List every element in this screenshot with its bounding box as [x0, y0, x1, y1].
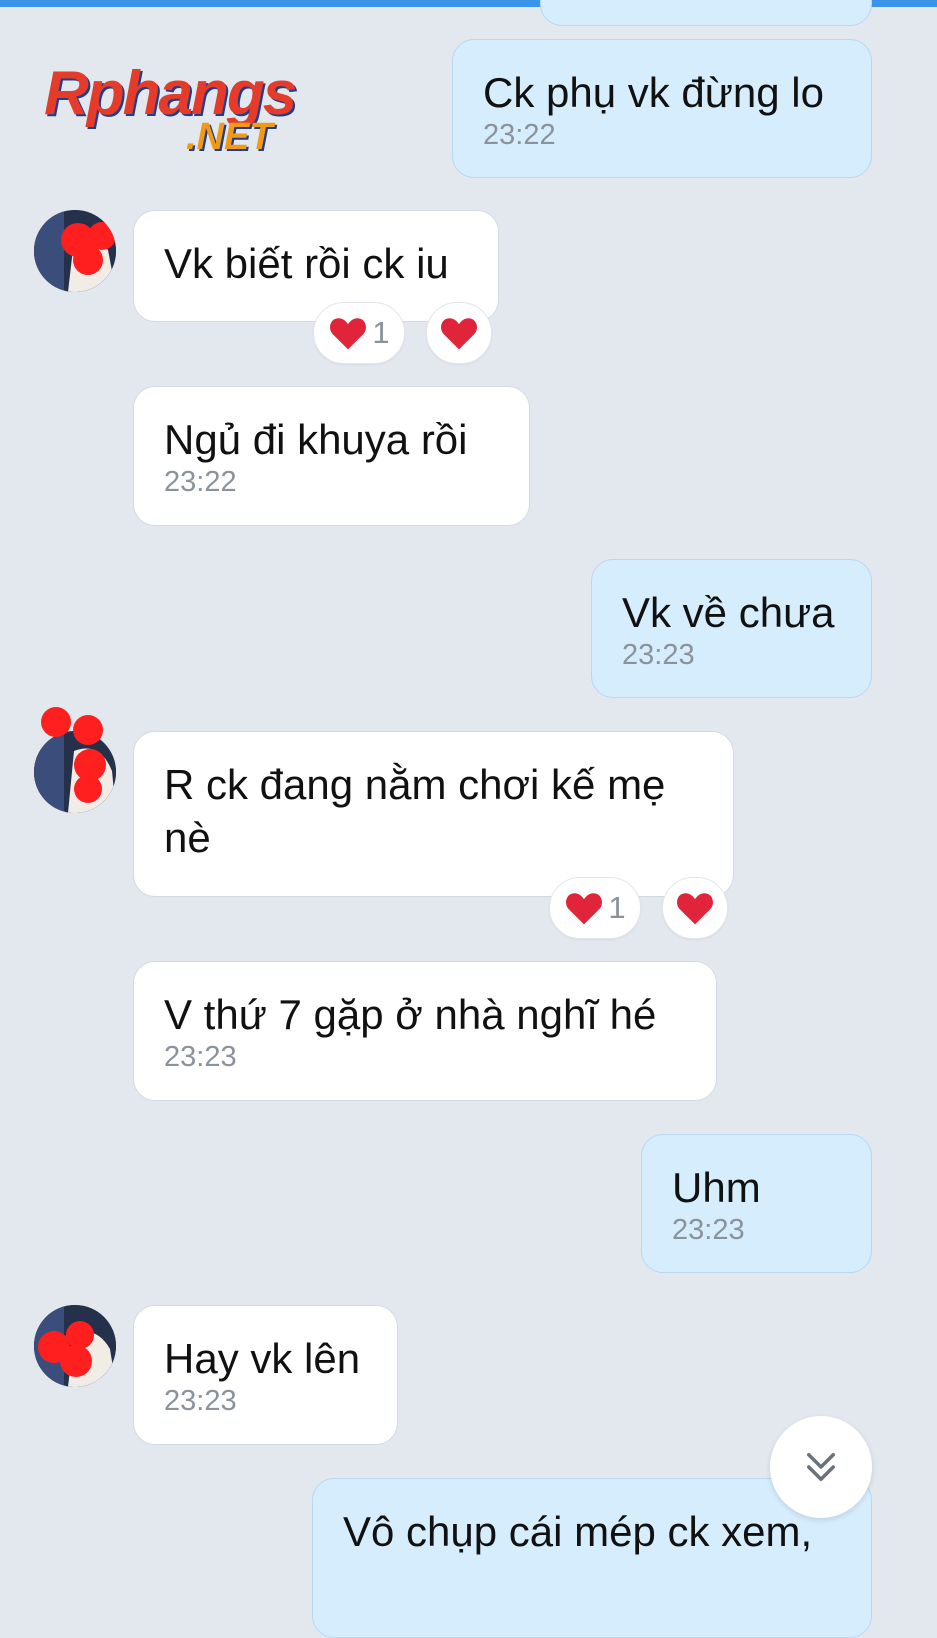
- message-text: V thứ 7 gặp ở nhà nghĩ hé: [164, 991, 657, 1038]
- message-text: Vô chụp cái mép ck xem,: [343, 1508, 813, 1555]
- message-bubble-outgoing[interactable]: Vk về chưa 23:23: [591, 559, 872, 698]
- message-time: 23:22: [483, 119, 556, 151]
- message-text: Ck phụ vk đừng lo: [483, 69, 824, 116]
- message-bubble-incoming[interactable]: R ck đang nằm chơi kế mẹ nè: [133, 731, 734, 897]
- scroll-to-bottom-button[interactable]: [770, 1416, 872, 1518]
- message-time: 23:22: [164, 466, 237, 498]
- heart-icon: [330, 318, 367, 350]
- message-time: 23:23: [164, 1041, 237, 1073]
- add-reaction-button[interactable]: [426, 302, 492, 364]
- heart-icon: [441, 318, 477, 350]
- add-reaction-button[interactable]: [662, 877, 728, 939]
- message-text: Uhm: [672, 1164, 761, 1211]
- reaction-badge[interactable]: 1: [313, 302, 405, 364]
- reaction-count: 1: [372, 315, 390, 350]
- message-text: Hay vk lên: [164, 1335, 361, 1382]
- message-bubble-partial[interactable]: [540, 0, 872, 26]
- chevron-double-down-icon: [807, 1453, 835, 1481]
- message-bubble-incoming[interactable]: Hay vk lên 23:23: [133, 1305, 398, 1445]
- heart-icon: [677, 893, 713, 925]
- heart-icon: [566, 893, 603, 925]
- message-text: R ck đang nằm chơi kế mẹ nè: [164, 761, 666, 861]
- avatar[interactable]: [34, 1305, 116, 1387]
- reaction-badge[interactable]: 1: [549, 877, 641, 939]
- message-text: Vk về chưa: [622, 589, 835, 636]
- watermark-tld: .NET: [186, 116, 273, 158]
- message-time: 23:23: [622, 639, 695, 671]
- message-time: 23:23: [672, 1214, 745, 1246]
- avatar[interactable]: [34, 210, 116, 292]
- message-bubble-incoming[interactable]: Ngủ đi khuya rồi 23:22: [133, 386, 530, 526]
- message-time: 23:23: [164, 1385, 237, 1417]
- message-bubble-incoming[interactable]: V thứ 7 gặp ở nhà nghĩ hé 23:23: [133, 961, 717, 1101]
- message-text: Ngủ đi khuya rồi: [164, 416, 468, 463]
- avatar-redaction-mark: [41, 707, 103, 745]
- message-bubble-outgoing[interactable]: Uhm 23:23: [641, 1134, 872, 1273]
- watermark-logo: Rphangs .NET: [44, 58, 344, 168]
- reaction-count: 1: [608, 890, 626, 925]
- message-bubble-outgoing[interactable]: Ck phụ vk đừng lo 23:22: [452, 39, 872, 178]
- message-text: Vk biết rồi ck iu: [164, 240, 449, 287]
